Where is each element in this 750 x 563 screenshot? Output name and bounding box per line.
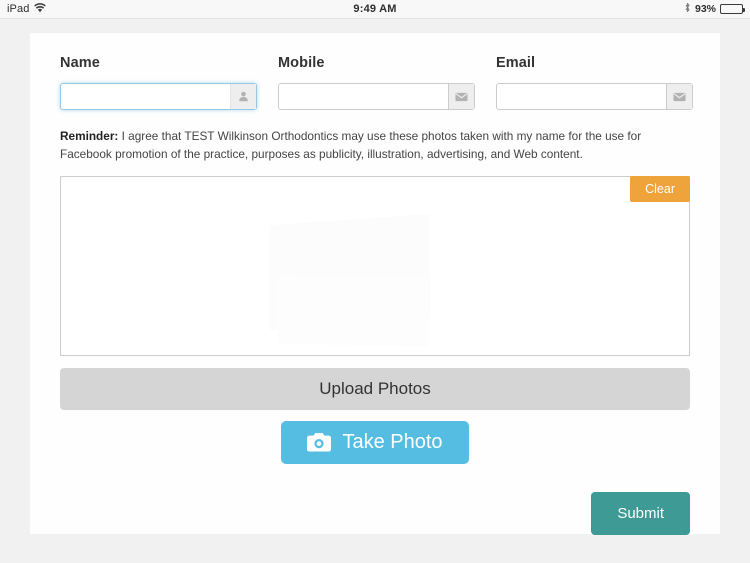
device-label: iPad [7,3,30,15]
envelope-icon [448,84,474,109]
name-input-group[interactable] [60,83,257,110]
reminder-text: Reminder: I agree that TEST Wilkinson Or… [48,127,702,164]
mobile-input-group[interactable] [278,83,475,110]
contact-fields-row: Name Mobile Email [48,55,702,110]
submit-button[interactable]: Submit [591,491,690,535]
user-icon [230,84,256,109]
wifi-icon [34,2,47,16]
battery-percentage: 93% [694,3,716,15]
field-name: Name [60,55,257,110]
upload-photos-button[interactable]: Upload Photos [60,367,690,410]
bluetooth-icon [684,2,691,16]
take-photo-row: Take Photo [48,420,702,464]
reminder-prefix: Reminder: [60,129,119,143]
signature-canvas[interactable] [60,175,690,356]
envelope-icon [666,84,692,109]
field-mobile-label: Mobile [278,55,325,71]
email-input-group[interactable] [496,83,693,110]
reminder-body: I agree that TEST Wilkinson Orthodontics… [60,129,642,162]
form-card: Name Mobile Email Reminder: I agree that… [30,33,720,535]
status-bar-clock: 9:49 AM [353,3,397,15]
take-photo-button[interactable]: Take Photo [281,420,469,464]
take-photo-label: Take Photo [342,430,443,453]
submit-row: Submit [48,491,702,535]
field-name-label: Name [60,55,100,71]
status-bar-left: iPad [7,2,47,16]
field-email-label: Email [496,55,536,71]
page-background: Name Mobile Email Reminder: I agree that… [0,19,750,563]
clear-signature-button[interactable]: Clear [630,175,690,203]
ios-status-bar: iPad 9:49 AM 93% [0,0,750,19]
field-mobile: Mobile [278,55,475,110]
signature-section: Clear [60,175,690,356]
battery-icon [720,4,745,14]
camera-icon [307,432,332,452]
mobile-input[interactable] [279,84,448,109]
email-input[interactable] [497,84,666,109]
status-bar-right: 93% [684,2,745,16]
signature-watermark [269,213,430,331]
name-input[interactable] [61,84,230,109]
field-email: Email [496,55,693,110]
